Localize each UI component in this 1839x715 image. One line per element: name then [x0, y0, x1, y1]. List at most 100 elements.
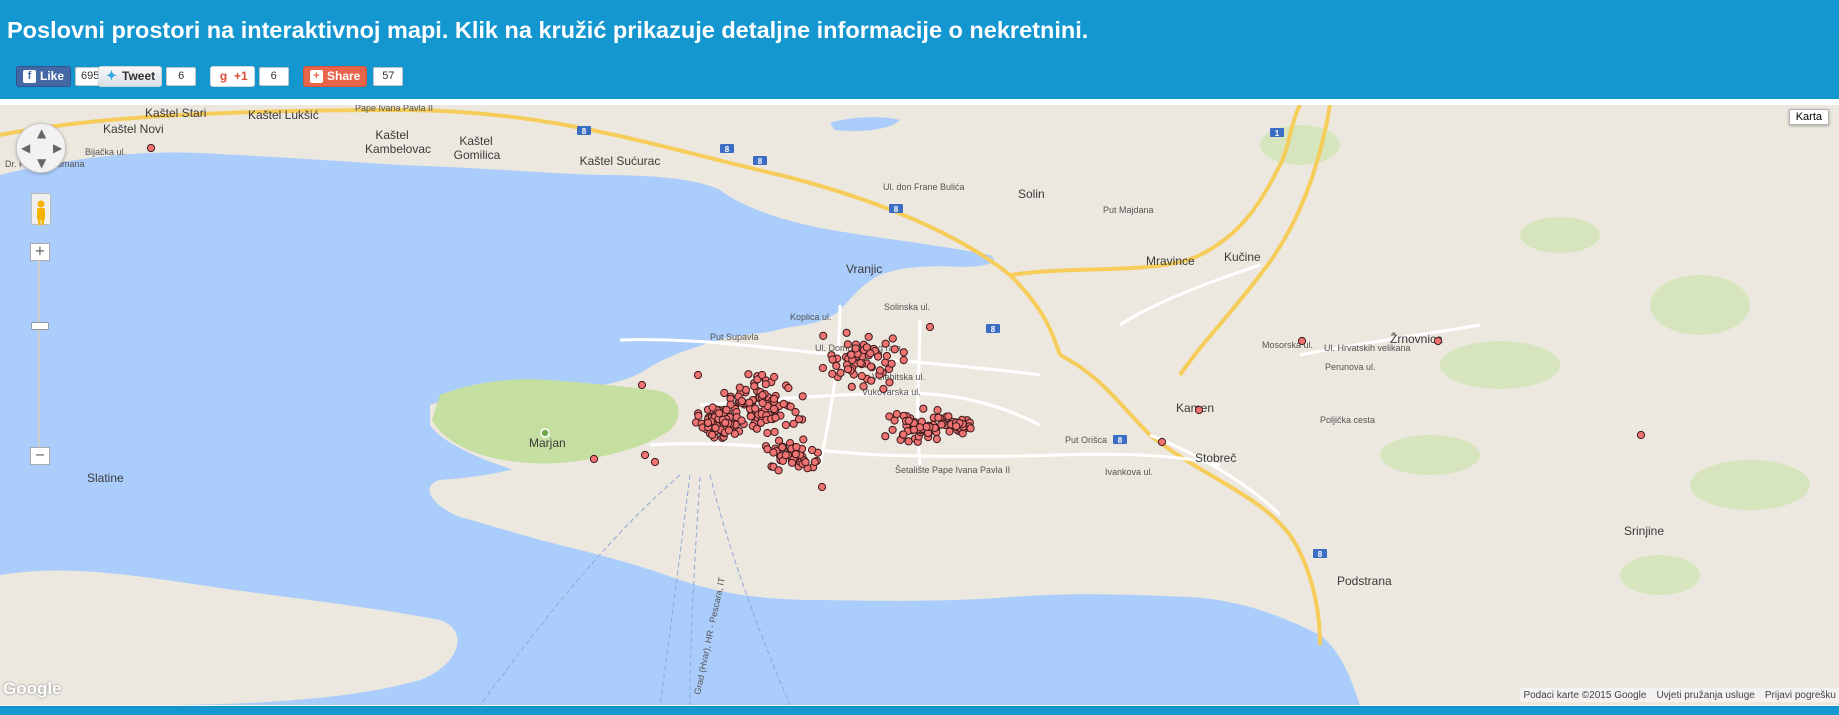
interactive-map[interactable]: 8 8 8 8 8 8 8 1 Kaštel Stari Kaštel Lukš… [0, 102, 1839, 706]
zoom-in-button[interactable]: + [30, 243, 50, 261]
property-marker[interactable] [933, 406, 942, 415]
property-marker[interactable] [735, 383, 744, 392]
map-canvas[interactable]: 8 8 8 8 8 8 8 1 Kaštel Stari Kaštel Lukš… [0, 105, 1839, 705]
property-marker[interactable] [770, 372, 779, 382]
property-marker[interactable] [851, 344, 860, 353]
twitter-tweet-button[interactable]: ✦ Tweet [98, 65, 163, 87]
property-marker[interactable] [932, 435, 942, 444]
property-marker[interactable] [770, 404, 779, 414]
pan-right-icon[interactable]: ▶ [53, 141, 62, 155]
property-marker[interactable] [1636, 430, 1646, 440]
property-marker[interactable] [887, 359, 896, 368]
google-plus-widget[interactable]: g +1 6 [210, 65, 289, 87]
google-plus-button[interactable]: g +1 [210, 65, 255, 87]
pan-up-icon[interactable]: ▲ [37, 126, 46, 140]
property-marker[interactable] [640, 450, 650, 460]
property-marker[interactable] [1194, 405, 1204, 415]
property-marker[interactable] [808, 445, 817, 455]
property-marker[interactable] [818, 363, 828, 373]
terms-link[interactable]: Uvjeti pružanja usluge [1656, 690, 1754, 701]
property-marker[interactable] [146, 143, 156, 153]
property-marker[interactable] [1433, 336, 1443, 346]
property-marker[interactable] [859, 382, 868, 391]
property-marker[interactable] [771, 413, 780, 422]
property-marker[interactable] [888, 425, 897, 434]
property-marker[interactable] [708, 403, 717, 412]
property-marker[interactable] [857, 372, 866, 381]
property-marker[interactable] [791, 407, 800, 417]
property-marker[interactable] [744, 370, 753, 379]
property-marker[interactable] [1297, 336, 1307, 346]
property-marker[interactable] [763, 428, 772, 438]
property-marker[interactable] [1157, 437, 1167, 447]
property-marker[interactable] [589, 454, 599, 464]
property-marker[interactable] [885, 378, 894, 387]
property-marker[interactable] [761, 380, 770, 389]
property-marker[interactable] [769, 448, 778, 457]
property-marker[interactable] [789, 419, 798, 428]
zoom-out-button[interactable]: − [30, 447, 50, 465]
property-marker[interactable] [952, 422, 961, 431]
property-marker[interactable] [836, 368, 845, 377]
property-marker[interactable] [909, 425, 919, 434]
property-marker[interactable] [810, 457, 819, 466]
property-marker[interactable] [720, 388, 729, 398]
property-marker[interactable] [882, 351, 892, 361]
property-marker[interactable] [864, 332, 873, 341]
property-marker[interactable] [778, 443, 787, 452]
share-widget[interactable]: + Share 57 [303, 65, 404, 87]
property-marker[interactable] [888, 334, 897, 343]
facebook-like-button[interactable]: f Like [16, 65, 72, 87]
property-marker[interactable] [828, 369, 837, 378]
property-marker[interactable] [925, 322, 935, 332]
property-marker[interactable] [832, 361, 841, 370]
property-marker[interactable] [758, 370, 767, 380]
property-marker[interactable] [899, 348, 908, 357]
property-marker[interactable] [856, 359, 865, 368]
property-marker[interactable] [937, 420, 946, 429]
property-marker[interactable] [881, 339, 890, 348]
property-marker[interactable] [758, 391, 767, 400]
property-marker[interactable] [919, 404, 928, 413]
map-type-button[interactable]: Karta [1788, 109, 1829, 125]
property-marker[interactable] [788, 458, 797, 467]
pan-left-icon[interactable]: ◀ [21, 141, 30, 155]
property-marker[interactable] [842, 328, 851, 337]
property-marker[interactable] [752, 424, 762, 433]
marjan-park-icon[interactable] [540, 428, 550, 438]
property-marker[interactable] [715, 409, 724, 418]
property-marker[interactable] [770, 394, 779, 403]
pan-down-icon[interactable]: ▼ [37, 156, 46, 170]
property-marker[interactable] [966, 424, 975, 433]
report-error-link[interactable]: Prijavi pogrešku [1765, 690, 1836, 701]
property-marker[interactable] [876, 366, 885, 375]
property-marker[interactable] [866, 362, 876, 371]
property-marker[interactable] [899, 430, 908, 439]
property-marker[interactable] [817, 482, 827, 492]
property-marker[interactable] [781, 420, 791, 430]
property-marker[interactable] [711, 423, 720, 432]
property-marker[interactable] [847, 350, 856, 359]
twitter-tweet-widget[interactable]: ✦ Tweet 6 [98, 65, 197, 87]
property-marker[interactable] [792, 442, 801, 452]
property-marker[interactable] [843, 340, 852, 349]
property-marker[interactable] [745, 398, 754, 407]
property-marker[interactable] [881, 432, 890, 441]
property-marker[interactable] [781, 451, 790, 460]
property-marker[interactable] [693, 370, 703, 380]
property-marker[interactable] [799, 435, 808, 444]
share-button[interactable]: + Share [303, 65, 368, 87]
property-marker[interactable] [801, 458, 810, 467]
property-marker[interactable] [784, 383, 793, 393]
property-marker[interactable] [904, 416, 913, 425]
property-marker[interactable] [892, 410, 901, 419]
facebook-like-widget[interactable]: f Like 695 [16, 65, 106, 87]
property-marker[interactable] [866, 349, 875, 358]
property-marker[interactable] [779, 399, 788, 408]
property-marker[interactable] [637, 380, 647, 390]
property-marker[interactable] [847, 382, 856, 391]
zoom-slider-track[interactable] [38, 260, 40, 447]
property-marker[interactable] [922, 422, 931, 431]
property-marker[interactable] [879, 384, 888, 394]
property-marker[interactable] [650, 457, 660, 467]
